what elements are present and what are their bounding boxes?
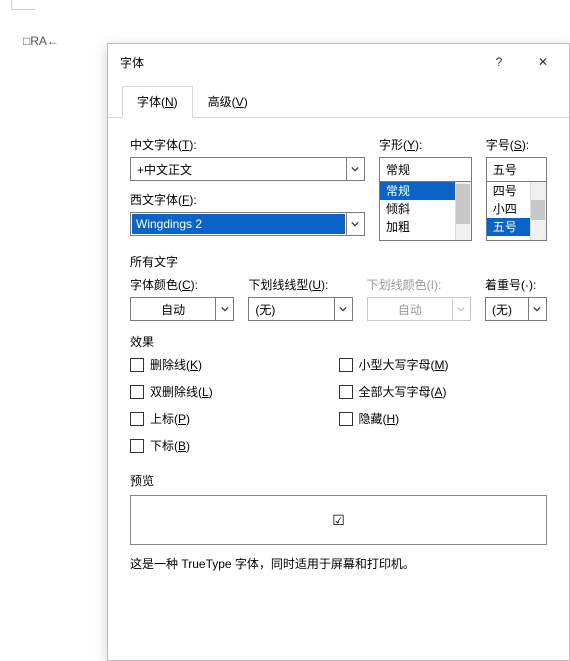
- emphasis-value: (无): [486, 301, 528, 318]
- tab-advanced[interactable]: 高级(V): [193, 86, 263, 118]
- label-cn-font: 中文字体(T):: [130, 136, 365, 153]
- help-button[interactable]: ?: [477, 47, 521, 77]
- chevron-down-icon: [339, 305, 347, 313]
- size-listbox[interactable]: 四号 小四 五号: [486, 181, 547, 241]
- checkbox-box: [130, 358, 144, 372]
- tab-strip: 字体(N) 高级(V): [108, 80, 569, 118]
- close-icon: ✕: [538, 55, 548, 69]
- checkbox-hidden[interactable]: 隐藏(H): [339, 410, 548, 427]
- label-font-color: 字体颜色(C):: [130, 276, 234, 293]
- font-color-value: 自动: [131, 301, 215, 318]
- emphasis-combo[interactable]: (无): [485, 297, 547, 321]
- doc-snippet: □RA←: [23, 34, 59, 48]
- checkbox-label: 删除线(K): [150, 356, 202, 373]
- scroll-thumb[interactable]: [531, 200, 545, 220]
- cn-font-dropdown[interactable]: [346, 158, 364, 180]
- help-icon: ?: [496, 55, 503, 69]
- style-scrollbar[interactable]: [455, 182, 471, 240]
- cn-font-value: +中文正文: [131, 161, 346, 178]
- underline-style-dropdown[interactable]: [334, 298, 352, 320]
- latin-font-combo[interactable]: Wingdings 2: [130, 212, 365, 236]
- checkbox-label: 双删除线(L): [150, 383, 213, 400]
- label-underline-color: 下划线颜色(I):: [367, 276, 471, 293]
- font-color-dropdown[interactable]: [215, 298, 233, 320]
- emphasis-dropdown[interactable]: [528, 298, 546, 320]
- checkbox-subscript[interactable]: 下标(B): [130, 437, 339, 454]
- underline-color-value: 自动: [368, 301, 452, 318]
- doc-corner: [11, 0, 35, 10]
- style-input[interactable]: 常规: [379, 157, 472, 181]
- checkbox-superscript[interactable]: 上标(P): [130, 410, 339, 427]
- font-dialog: 字体 ? ✕ 字体(N) 高级(V) 中文字体(T): +中文正文 西文字体(F…: [107, 43, 570, 661]
- label-emphasis: 着重号(·):: [485, 276, 547, 293]
- checkbox-all-caps[interactable]: 全部大写字母(A): [339, 383, 548, 400]
- chevron-down-icon: [351, 165, 359, 173]
- chevron-down-icon: [533, 305, 541, 313]
- underline-color-combo: 自动: [367, 297, 471, 321]
- label-style: 字形(Y):: [379, 136, 472, 153]
- tab-font-pre: 字体(: [137, 95, 165, 109]
- size-value: 五号: [487, 161, 546, 178]
- label-all-text: 所有文字: [130, 253, 547, 270]
- size-input[interactable]: 五号: [486, 157, 547, 181]
- checkbox-box: [339, 385, 353, 399]
- latin-font-value: Wingdings 2: [132, 214, 345, 234]
- underline-color-dropdown: [452, 298, 470, 320]
- checkbox-label: 上标(P): [150, 410, 190, 427]
- checkbox-double-strike[interactable]: 双删除线(L): [130, 383, 339, 400]
- tab-adv-pre: 高级(: [208, 95, 236, 109]
- preview-box: ☑: [130, 495, 547, 545]
- style-listbox[interactable]: 常规 倾斜 加粗: [379, 181, 472, 241]
- titlebar: 字体 ? ✕: [108, 44, 569, 80]
- chevron-down-icon: [457, 305, 465, 313]
- tab-font[interactable]: 字体(N): [122, 86, 193, 118]
- checkbox-label: 小型大写字母(M): [359, 356, 449, 373]
- tab-adv-hot: V: [236, 95, 244, 109]
- label-size: 字号(S):: [486, 136, 547, 153]
- tab-font-post: ): [174, 95, 178, 109]
- checkbox-small-caps[interactable]: 小型大写字母(M): [339, 356, 548, 373]
- checkbox-box: [130, 385, 144, 399]
- preview-sample: ☑: [332, 512, 345, 529]
- underline-style-combo[interactable]: (无): [248, 297, 352, 321]
- label-effects: 效果: [130, 333, 547, 350]
- chevron-down-icon: [351, 220, 359, 228]
- checkbox-box: [339, 358, 353, 372]
- size-scrollbar[interactable]: [530, 182, 546, 240]
- checkbox-box: [130, 439, 144, 453]
- dialog-title: 字体: [120, 54, 477, 71]
- font-description: 这是一种 TrueType 字体，同时适用于屏幕和打印机。: [130, 555, 547, 572]
- checkbox-strike[interactable]: 删除线(K): [130, 356, 339, 373]
- checkbox-label: 下标(B): [150, 437, 190, 454]
- checkbox-label: 全部大写字母(A): [359, 383, 447, 400]
- label-latin-font: 西文字体(F):: [130, 191, 365, 208]
- close-button[interactable]: ✕: [521, 47, 565, 77]
- label-underline-style: 下划线线型(U):: [248, 276, 352, 293]
- latin-font-dropdown[interactable]: [346, 213, 364, 235]
- checkbox-label: 隐藏(H): [359, 410, 400, 427]
- label-preview: 预览: [130, 472, 547, 489]
- style-value: 常规: [380, 161, 471, 178]
- font-color-combo[interactable]: 自动: [130, 297, 234, 321]
- checkbox-box: [339, 412, 353, 426]
- tab-adv-post: ): [244, 95, 248, 109]
- checkbox-box: [130, 412, 144, 426]
- chevron-down-icon: [221, 305, 229, 313]
- underline-style-value: (无): [249, 301, 333, 318]
- scroll-thumb[interactable]: [456, 184, 470, 224]
- cn-font-combo[interactable]: +中文正文: [130, 157, 365, 181]
- tab-font-hot: N: [165, 95, 174, 109]
